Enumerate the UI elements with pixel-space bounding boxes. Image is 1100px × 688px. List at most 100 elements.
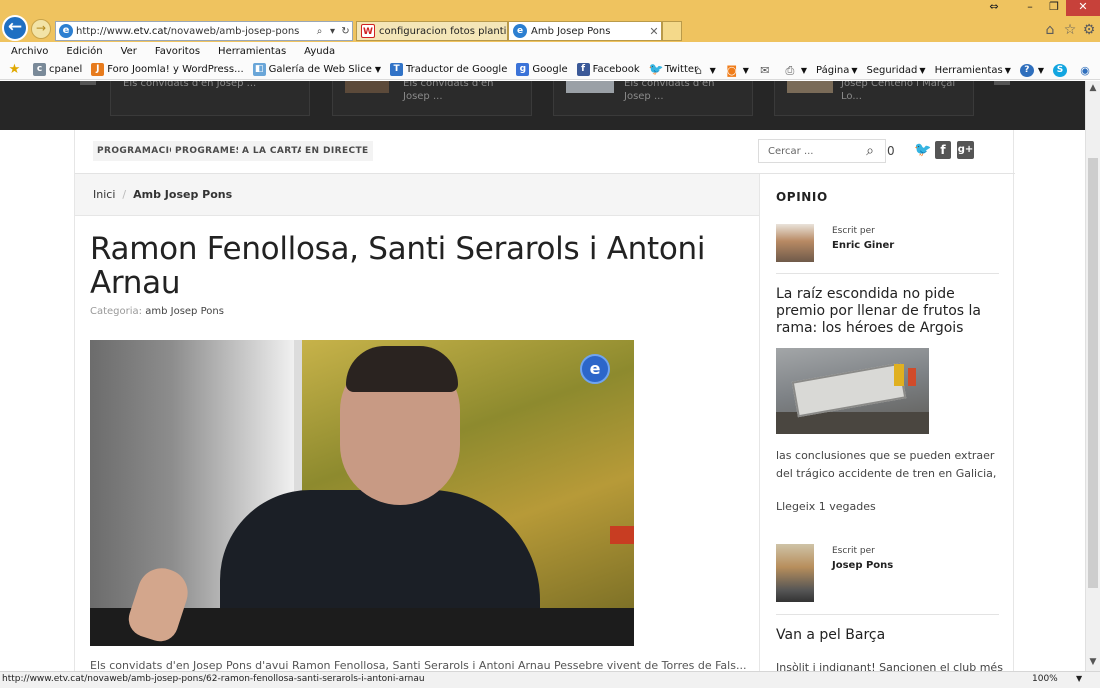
favorites-bar: ★ c cpanel J Foro Joomla! y WordPress... ◧… bbox=[0, 60, 1100, 80]
author-block: Escrit per Enric Giner bbox=[776, 224, 1000, 284]
search-icon[interactable]: ⌕ bbox=[860, 143, 880, 159]
address-bar[interactable]: e http://www.etv.cat/novaweb/amb-josep-p… bbox=[55, 21, 353, 41]
back-button[interactable]: ← bbox=[2, 15, 28, 41]
opinion-image[interactable] bbox=[776, 348, 929, 434]
site-search: ⌕ bbox=[758, 139, 886, 163]
author-name[interactable]: Enric Giner bbox=[832, 240, 894, 251]
nav-en-directe[interactable]: EN DIRECTE bbox=[301, 141, 373, 161]
url-text[interactable]: http://www.etv.cat/novaweb/amb-josep-pon… bbox=[76, 26, 313, 37]
skype-command[interactable]: S bbox=[1053, 63, 1069, 77]
strip-prev-arrow[interactable] bbox=[80, 81, 96, 85]
article-image[interactable]: e bbox=[90, 340, 634, 646]
research-icon: ◉ bbox=[1080, 63, 1090, 77]
forward-button[interactable]: → bbox=[31, 19, 51, 39]
status-url: http://www.etv.cat/novaweb/amb-josep-pon… bbox=[2, 674, 425, 684]
strip-card[interactable]: Josep Centeno i Marçal Lo... bbox=[774, 81, 974, 116]
strip-card[interactable]: Els convidats d'en Josep ... bbox=[110, 81, 310, 116]
feeds-command[interactable]: ◙ ▼ bbox=[725, 64, 749, 77]
breadcrumb-home-link[interactable]: Inici bbox=[93, 188, 115, 201]
home-command[interactable]: ⌂ ▼ bbox=[692, 64, 716, 77]
category-link[interactable]: amb Josep Pons bbox=[145, 306, 224, 317]
zoom-dropdown-icon[interactable]: ▼ bbox=[1076, 674, 1082, 683]
menu-favoritos[interactable]: Favoritos bbox=[152, 46, 203, 57]
tab-configuracion[interactable]: W configuracion fotos plantilla g... bbox=[356, 21, 508, 41]
close-window-button[interactable]: ✕ bbox=[1066, 0, 1100, 16]
twitter-icon[interactable]: 🐦 bbox=[913, 141, 933, 159]
nav-programacio[interactable]: PROGRAMACIÓ bbox=[93, 141, 182, 161]
search-icon[interactable]: ⌕ bbox=[313, 26, 326, 37]
nav-a-la-carta[interactable]: A LA CARTA bbox=[238, 141, 309, 161]
strip-card[interactable]: Els convidats d'en Josep ... bbox=[332, 81, 532, 116]
status-bar: http://www.etv.cat/novaweb/amb-josep-pon… bbox=[0, 671, 1100, 688]
print-icon: ⎙ bbox=[785, 63, 795, 77]
author-meta: Escrit per Enric Giner bbox=[832, 226, 894, 251]
cpanel-icon: c bbox=[33, 63, 46, 76]
scroll-up-arrow-icon[interactable]: ▲ bbox=[1086, 83, 1100, 93]
related-videos-strip: Els convidats d'en Josep ... Els convida… bbox=[0, 81, 1085, 130]
print-command[interactable]: ⎙ ▼ bbox=[783, 64, 807, 77]
fav-traductor[interactable]: T Traductor de Google bbox=[390, 63, 507, 76]
sidebar-opinio: OPINIO Escrit per Enric Giner La raíz es… bbox=[759, 174, 1015, 671]
mail-icon: ✉ bbox=[760, 63, 770, 77]
breadcrumb-current: Amb Josep Pons bbox=[133, 188, 233, 201]
image-worker bbox=[908, 368, 916, 386]
google-icon: g bbox=[516, 63, 530, 76]
facebook-icon: f bbox=[576, 63, 590, 76]
search-input[interactable] bbox=[768, 145, 860, 157]
new-tab-button[interactable] bbox=[662, 21, 682, 41]
zoom-level[interactable]: 100% bbox=[1032, 674, 1058, 684]
google-plus-icon[interactable]: g+ bbox=[957, 141, 974, 159]
research-command[interactable]: ◉ bbox=[1078, 64, 1094, 77]
image-worker bbox=[894, 364, 904, 386]
strip-next-arrow[interactable] bbox=[994, 81, 1010, 85]
fav-web-slice[interactable]: ◧ Galería de Web Slice ▼ bbox=[252, 63, 381, 76]
dropdown-arrow-icon: ▼ bbox=[851, 65, 858, 75]
security-menu[interactable]: Seguridad ▼ bbox=[867, 65, 926, 76]
breadcrumb: Inici / Amb Josep Pons bbox=[75, 174, 759, 216]
opinion-read-count: Llegeix 1 vegades bbox=[776, 500, 876, 513]
fav-google[interactable]: g Google bbox=[516, 63, 568, 76]
fav-facebook[interactable]: f Facebook bbox=[576, 63, 640, 76]
menu-ayuda[interactable]: Ayuda bbox=[301, 46, 338, 57]
menu-archivo[interactable]: Archivo bbox=[8, 46, 51, 57]
minimize-button[interactable]: – bbox=[1018, 0, 1042, 16]
strip-card-text: Els convidats d'en Josep ... bbox=[123, 81, 257, 89]
category-label: Categoria: bbox=[90, 306, 143, 317]
fav-cpanel[interactable]: c cpanel bbox=[33, 63, 82, 76]
breadcrumb-separator: / bbox=[122, 188, 127, 201]
opinion-title[interactable]: Van a pel Barça bbox=[776, 627, 885, 643]
home-icon[interactable]: ⌂ bbox=[1041, 21, 1059, 39]
page-menu[interactable]: Página ▼ bbox=[816, 65, 857, 76]
restore-button[interactable]: ❐ bbox=[1042, 0, 1066, 16]
help-menu[interactable]: ? ▼ bbox=[1019, 63, 1044, 77]
gear-icon[interactable]: ⚙ bbox=[1080, 21, 1098, 39]
strip-card[interactable]: Els convidats d'en Josep ... bbox=[553, 81, 753, 116]
opinion-title[interactable]: La raíz escondida no pide premio por lle… bbox=[776, 286, 1001, 337]
scroll-down-arrow-icon[interactable]: ▼ bbox=[1086, 657, 1100, 667]
close-tab-icon[interactable]: ✕ bbox=[647, 25, 661, 38]
command-bar: ⌂ ▼ ◙ ▼ ✉ ⎙ ▼ Página ▼ Seguridad ▼ Herramient… bbox=[683, 60, 1094, 80]
refresh-icon[interactable]: ↻ bbox=[339, 26, 352, 37]
skype-icon: S bbox=[1053, 63, 1067, 77]
author-name[interactable]: Josep Pons bbox=[832, 560, 893, 571]
image-person-hair bbox=[346, 346, 458, 392]
vertical-scrollbar[interactable]: ▲ ▼ bbox=[1085, 81, 1100, 671]
mail-command[interactable]: ✉ bbox=[758, 64, 774, 77]
dropdown-arrow-icon: ▼ bbox=[1004, 65, 1011, 75]
site-container: PROGRAMACIÓ PROGRAMES A LA CARTA EN DIRE… bbox=[74, 130, 1015, 671]
menu-ver[interactable]: Ver bbox=[118, 46, 140, 57]
tools-menu[interactable]: Herramientas ▼ bbox=[935, 65, 1011, 76]
favorites-star-button[interactable]: ★ bbox=[8, 63, 24, 76]
divider bbox=[776, 614, 999, 615]
rss-icon: ◙ bbox=[726, 63, 738, 77]
tab-amb-josep-pons[interactable]: e Amb Josep Pons ✕ bbox=[508, 21, 662, 41]
favorites-star-icon[interactable]: ☆ bbox=[1061, 21, 1079, 39]
facebook-icon[interactable]: f bbox=[935, 141, 951, 159]
scroll-thumb[interactable] bbox=[1088, 158, 1098, 588]
fav-foro-joomla[interactable]: J Foro Joomla! y WordPress... bbox=[91, 63, 244, 76]
menu-edicion[interactable]: Edición bbox=[63, 46, 105, 57]
dropdown-arrow-icon[interactable]: ▾ bbox=[326, 26, 339, 37]
nav-programes[interactable]: PROGRAMES bbox=[171, 141, 247, 161]
menu-herramientas[interactable]: Herramientas bbox=[215, 46, 289, 57]
resize-arrows-icon[interactable]: ⇔ bbox=[984, 0, 1004, 16]
